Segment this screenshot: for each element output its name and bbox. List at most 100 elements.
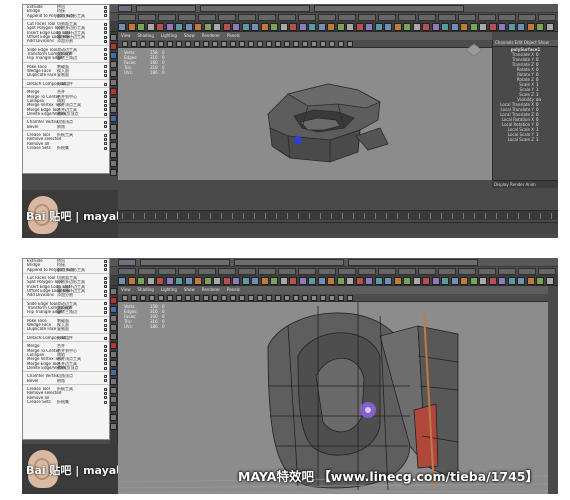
option-box-icon[interactable] [104,387,107,391]
tool-button[interactable] [110,414,117,421]
shelf-tab[interactable] [418,14,436,21]
option-box-icon[interactable] [104,74,107,78]
menu-item[interactable]: Delete Edge/Vertex 删除边/顶点 [23,112,109,116]
option-box-icon[interactable] [104,65,107,69]
shelf-tabs[interactable] [136,5,196,12]
option-box-icon[interactable] [104,336,107,340]
shelf-tool-icon[interactable] [175,277,183,285]
shelf-tab[interactable] [318,14,336,21]
tool-button[interactable] [110,115,117,122]
shelf-tool-icon[interactable] [431,277,440,285]
shelf-tab[interactable] [338,268,356,275]
shelf-tab[interactable] [498,268,516,275]
shelf-tool-icon[interactable] [526,277,535,285]
menu-item[interactable]: Bevel 倒角 [23,379,109,383]
shelf-tool-icon[interactable] [374,277,383,285]
option-box-icon[interactable] [104,285,107,289]
shelf-tool-icon[interactable] [498,277,506,285]
shelf-tab[interactable] [518,14,536,21]
option-box-icon[interactable] [104,52,107,56]
shelf-tool-icon[interactable] [165,23,174,31]
tool-button[interactable] [110,306,117,313]
shelf-tool-icon[interactable] [260,23,269,31]
shelf-tab[interactable] [538,14,556,21]
tool-button[interactable] [110,106,117,113]
shelf-tool-icon[interactable] [336,23,345,31]
shelf-tab[interactable] [158,14,176,21]
tool-button[interactable] [110,342,117,349]
channel-box-tabs[interactable]: Channels Edit Object Show [493,40,558,47]
range-slider[interactable] [118,222,558,234]
tool-button[interactable] [110,423,117,430]
shelf-tool-icon[interactable] [222,23,231,31]
shelf-tool-icon[interactable] [488,23,497,31]
option-box-icon[interactable] [104,22,107,26]
shelf-tool-icon[interactable] [346,23,354,31]
option-box-icon[interactable] [104,259,107,263]
shelf-tool-icon[interactable] [298,23,307,31]
option-box-icon[interactable] [104,306,107,310]
mode-selector[interactable] [118,259,136,266]
option-box-icon[interactable] [104,108,107,112]
shelf-tab[interactable] [538,268,556,275]
shelf-tool-icon[interactable] [279,23,288,31]
shelf-tool-icon[interactable] [517,23,525,31]
shelf-tab[interactable] [178,268,196,275]
shelf-tool-icon[interactable] [127,23,136,31]
option-box-icon[interactable] [104,137,107,141]
option-box-icon[interactable] [104,281,107,285]
option-box-icon[interactable] [104,10,107,14]
option-box-icon[interactable] [104,48,107,52]
shelf-tool-icon[interactable] [203,23,212,31]
shelf-tab[interactable] [218,268,236,275]
shelf-tool-icon[interactable] [479,277,487,285]
menu-item[interactable]: Append to Polygon Tool 附加多边形工具 [23,268,109,272]
shelf-tool-icon[interactable] [365,23,373,31]
channel-value[interactable]: 1 [536,137,546,142]
option-box-icon[interactable] [104,69,107,73]
shelf-tool-icon[interactable] [137,277,145,285]
shelf-tool-icon[interactable] [213,277,221,285]
shelf-tool-icon[interactable] [270,277,278,285]
tool-button[interactable] [110,61,117,68]
option-box-icon[interactable] [104,82,107,86]
shelf-tool-icon[interactable] [450,23,459,31]
shelf-tab[interactable] [258,14,276,21]
option-box-icon[interactable] [104,268,107,272]
shelf-tool-icon[interactable] [393,23,402,31]
shelf-tab[interactable] [278,14,296,21]
shelf-tool-icon[interactable] [545,23,554,31]
menu-item[interactable]: Add Divisions 添加分割 [23,293,109,297]
menu-item[interactable]: Flip Triangle Edge 翻转三角边 [23,56,109,60]
tool-button[interactable] [110,333,117,340]
shelf-tool-icon[interactable] [156,277,164,285]
option-box-icon[interactable] [104,35,107,39]
shelf-tab[interactable] [418,268,436,275]
option-box-icon[interactable] [104,311,107,315]
option-box-icon[interactable] [104,396,107,400]
option-box-icon[interactable] [104,90,107,94]
shelf-tab[interactable] [438,14,456,21]
tool-button[interactable] [110,124,117,131]
option-box-icon[interactable] [104,353,107,357]
option-box-icon[interactable] [104,276,107,280]
option-box-icon[interactable] [104,133,107,137]
tool-button[interactable] [110,142,117,149]
tool-button[interactable] [110,160,117,167]
shelf-tab[interactable] [478,268,496,275]
shelf-tool-icon[interactable] [241,23,250,31]
shelf-tool-icon[interactable] [260,277,269,285]
shelf-tab[interactable] [298,14,316,21]
tool-button[interactable] [110,387,117,394]
shelf-tab[interactable] [318,268,336,275]
option-box-icon[interactable] [104,112,107,116]
shelf-tool-icon[interactable] [469,277,478,285]
shelf-tool-icon[interactable] [507,23,516,31]
shelf-tool-icon[interactable] [460,277,468,285]
shelf-tool-icon[interactable] [251,277,259,285]
option-box-icon[interactable] [104,357,107,361]
tool-button[interactable] [110,133,117,140]
option-box-icon[interactable] [104,14,107,18]
shelf-tabs-2[interactable] [200,5,310,12]
shelf-tool-icon[interactable] [469,23,478,31]
